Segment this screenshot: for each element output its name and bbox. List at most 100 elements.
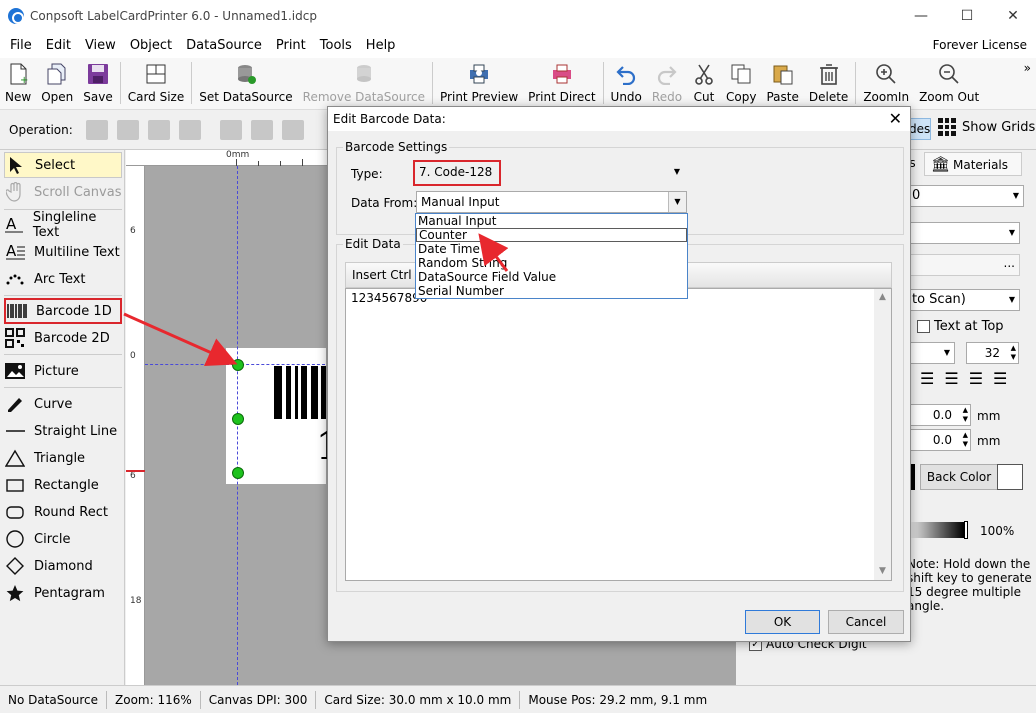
back-color-button[interactable]: Back Color <box>920 464 998 490</box>
align-right-icon[interactable] <box>282 120 304 140</box>
option-serial-number[interactable]: Serial Number <box>416 284 687 298</box>
menu-edit[interactable]: Edit <box>39 38 78 53</box>
tool-scroll-canvas[interactable]: Scroll Canvas <box>4 179 122 205</box>
card-size-button[interactable]: Card Size <box>123 57 190 109</box>
align-left-icon[interactable]: ☰ <box>920 369 934 388</box>
show-grids-toggle[interactable]: Show Grids <box>938 118 1035 136</box>
resize-handle[interactable] <box>232 467 244 479</box>
tool-barcode-2d[interactable]: Barcode 2D <box>4 325 122 351</box>
align-center-icon[interactable]: ☰ <box>944 369 958 388</box>
zoom-in-button[interactable]: ZoomIn <box>858 57 914 109</box>
tool-multiline-text[interactable]: A Multiline Text <box>4 239 122 265</box>
grid-icon <box>938 118 956 136</box>
save-button[interactable]: Save <box>78 57 117 109</box>
tool-picture[interactable]: Picture <box>4 358 122 384</box>
option-datasource-field-value[interactable]: DataSource Field Value <box>416 270 687 284</box>
menu-file[interactable]: File <box>0 38 39 53</box>
trash-icon <box>817 62 841 86</box>
property-combo[interactable]: 0 ▼ <box>907 185 1024 207</box>
barcode-bar <box>321 366 326 419</box>
align-center-icon[interactable] <box>251 120 273 140</box>
printer-icon <box>550 62 574 86</box>
menu-object[interactable]: Object <box>123 38 179 53</box>
menu-view[interactable]: View <box>78 38 123 53</box>
tool-round-rect[interactable]: Round Rect <box>4 499 122 525</box>
property-combo[interactable]: to Scan) ▼ <box>907 289 1020 311</box>
opacity-slider[interactable] <box>909 522 964 538</box>
print-preview-button[interactable]: Print Preview <box>435 57 523 109</box>
delete-button[interactable]: Delete <box>804 57 853 109</box>
property-field[interactable]: ... <box>907 254 1020 276</box>
minimize-button[interactable]: — <box>898 0 944 32</box>
tool-barcode-1d[interactable]: Barcode 1D <box>4 298 122 324</box>
layer-down-icon[interactable] <box>179 120 201 140</box>
property-combo[interactable]: ▼ <box>907 222 1020 244</box>
font-size-spinner[interactable]: 32 ▲ ▼ <box>966 342 1019 364</box>
toolbar-overflow-button[interactable]: » <box>1024 61 1031 75</box>
option-manual-input[interactable]: Manual Input <box>416 214 687 228</box>
offset-x-spinner[interactable]: 0.0 ▲ ▼ <box>907 404 971 426</box>
tool-singleline-text[interactable]: A Singleline Text <box>4 210 122 240</box>
print-direct-button[interactable]: Print Direct <box>523 57 600 109</box>
font-combo[interactable]: ▼ <box>907 342 955 364</box>
status-dpi: Canvas DPI: 300 <box>201 690 317 709</box>
bring-front-icon[interactable] <box>86 120 108 140</box>
tab-materials[interactable]: 🏛 Materials <box>924 152 1022 176</box>
opacity-slider-thumb[interactable] <box>964 521 968 539</box>
tool-arc-text[interactable]: Arc Text <box>4 266 122 292</box>
dialog-close-icon[interactable]: ✕ <box>889 109 902 128</box>
option-date-time[interactable]: Date Time <box>416 242 687 256</box>
layer-up-icon[interactable] <box>148 120 170 140</box>
scroll-down-icon[interactable]: ▼ <box>874 563 891 580</box>
paste-button[interactable]: Paste <box>761 57 803 109</box>
tool-curve[interactable]: Curve <box>4 391 122 417</box>
option-random-string[interactable]: Random String <box>416 256 687 270</box>
close-button[interactable]: ✕ <box>990 0 1036 32</box>
set-datasource-button[interactable]: Set DataSource <box>194 57 297 109</box>
menu-tools[interactable]: Tools <box>313 38 359 53</box>
back-color-swatch[interactable] <box>997 464 1023 490</box>
scroll-up-icon[interactable]: ▲ <box>874 289 891 306</box>
tool-triangle[interactable]: Triangle <box>4 445 122 471</box>
cut-button[interactable]: Cut <box>687 57 721 109</box>
insert-ctrl-button[interactable]: Insert Ctrl <box>352 268 412 282</box>
tool-select[interactable]: Select <box>4 152 122 178</box>
menu-print[interactable]: Print <box>269 38 313 53</box>
resize-handle[interactable] <box>232 413 244 425</box>
remove-datasource-button[interactable]: Remove DataSource <box>298 57 430 109</box>
tool-circle[interactable]: Circle <box>4 526 122 552</box>
tool-straight-line[interactable]: Straight Line <box>4 418 122 444</box>
barcode-bar <box>311 366 318 419</box>
ok-button[interactable]: OK <box>745 610 820 634</box>
data-from-label: Data From: <box>351 196 418 210</box>
resize-handle[interactable] <box>232 359 244 371</box>
data-from-select[interactable]: Manual Input ▼ <box>416 191 687 213</box>
undo-button[interactable]: Undo <box>606 57 647 109</box>
maximize-button[interactable]: ☐ <box>944 0 990 32</box>
option-counter[interactable]: Counter <box>416 228 687 242</box>
menu-datasource[interactable]: DataSource <box>179 38 269 53</box>
tool-separator <box>4 387 122 388</box>
send-back-icon[interactable] <box>117 120 139 140</box>
barcode-data-textarea[interactable]: 1234567890 ▲ ▼ <box>345 288 892 581</box>
tool-diamond[interactable]: Diamond <box>4 553 122 579</box>
align-justify-icon[interactable]: ☰ <box>993 369 1007 388</box>
line-icon <box>4 421 26 441</box>
open-button[interactable]: Open <box>36 57 78 109</box>
text-at-top-checkbox[interactable] <box>917 320 930 333</box>
cancel-button[interactable]: Cancel <box>828 610 904 634</box>
toolbar-separator <box>119 62 121 104</box>
redo-button[interactable]: Redo <box>647 57 687 109</box>
textarea-scrollbar[interactable]: ▲ ▼ <box>874 289 891 580</box>
align-right-icon[interactable]: ☰ <box>969 369 983 388</box>
undo-icon <box>614 62 638 86</box>
zoom-out-button[interactable]: Zoom Out <box>914 57 984 109</box>
new-file-icon: + <box>6 62 30 86</box>
menu-help[interactable]: Help <box>359 38 403 53</box>
new-button[interactable]: + New <box>0 57 36 109</box>
tool-rectangle[interactable]: Rectangle <box>4 472 122 498</box>
copy-button[interactable]: Copy <box>721 57 761 109</box>
align-left-icon[interactable] <box>220 120 242 140</box>
offset-y-spinner[interactable]: 0.0 ▲ ▼ <box>907 429 971 451</box>
tool-pentagram[interactable]: Pentagram <box>4 580 122 606</box>
